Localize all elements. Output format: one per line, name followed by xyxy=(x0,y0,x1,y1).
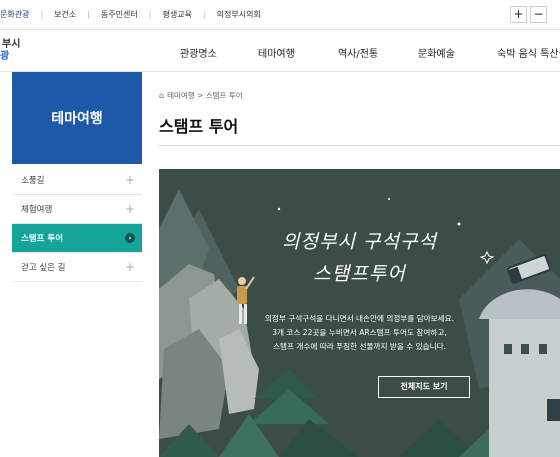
sidebar-item-label: 걷고 싶은 길 xyxy=(21,263,66,273)
zoom-in-button[interactable]: + xyxy=(510,6,527,23)
family-site-links: 문화관광 | 보건소 | 동주민센터 | 평생교육 | 의정부시의회 xyxy=(0,9,261,20)
plus-icon: + xyxy=(124,202,135,216)
sidebar-item-stamp-tour[interactable]: 스탬프 투어 › xyxy=(12,224,142,253)
banner-title-line2: 스탬프투어 xyxy=(313,263,406,285)
breadcrumb: ⌂ 테마여행 > 스탬프 투어 xyxy=(159,90,243,101)
sidebar-title: 테마여행 xyxy=(12,72,142,164)
plus-icon: + xyxy=(124,260,135,274)
gnb-item-theme-travel[interactable]: 테마여행 xyxy=(258,45,295,60)
top-utility-bar: 문화관광 | 보건소 | 동주민센터 | 평생교육 | 의정부시의회 + − xyxy=(0,0,560,30)
gnb-item-history[interactable]: 역사/전통 xyxy=(338,45,378,60)
top-link-health-center[interactable]: 보건소 xyxy=(54,9,76,20)
sidebar-menu: 소풍길 + 체험여행 + 스탬프 투어 › 걷고 싶은 길 + xyxy=(12,166,142,282)
stamp-tour-banner: 의정부시 구석구석 스탬프투어 의정부 구석구석을 다니면서 내손안에 의정부를… xyxy=(159,169,560,457)
page-title: 스탬프 투어 xyxy=(159,117,239,136)
site-header: 부시 광 관광명소 테마여행 역사/전통 문화예술 숙박 음식 특산물 xyxy=(0,31,560,72)
sidebar-item-experience-tour[interactable]: 체험여행 + xyxy=(12,195,142,224)
top-link-community-center[interactable]: 동주민센터 xyxy=(101,9,138,20)
plus-icon: + xyxy=(124,173,135,187)
gnb-item-stay-food[interactable]: 숙박 음식 특산물 xyxy=(497,45,560,60)
title-divider xyxy=(159,145,560,146)
top-link-lifelong-education[interactable]: 평생교육 xyxy=(162,9,191,20)
banner-desc-line: 3개 코스 22곳을 누비면서 AR스탬프 투어도 참여하고, xyxy=(272,328,447,337)
gnb-item-culture-arts[interactable]: 문화예술 xyxy=(418,45,455,60)
top-link-culture-tour[interactable]: 문화관광 xyxy=(0,9,29,20)
banner-desc-line: 스탬프 개수에 따라 푸짐한 선물까지 받을 수 있습니다. xyxy=(272,342,446,351)
sidebar-item-label: 소풍길 xyxy=(21,176,45,186)
breadcrumb-path: 테마여행 > 스탬프 투어 xyxy=(167,91,243,100)
sidebar-item-label: 스탬프 투어 xyxy=(21,234,64,244)
sidebar-item-picnic-road[interactable]: 소풍길 + xyxy=(12,166,142,195)
zoom-out-button[interactable]: − xyxy=(530,6,547,23)
sidebar-item-label: 체험여행 xyxy=(21,205,53,215)
view-full-map-button[interactable]: 전체지도 보기 xyxy=(378,376,470,398)
banner-title-line1: 의정부시 구석구석 xyxy=(282,231,437,253)
chevron-right-icon: › xyxy=(125,233,135,243)
banner-description: 의정부 구석구석을 다니면서 내손안에 의정부를 담아보세요. 3개 코스 22… xyxy=(159,312,560,354)
home-icon[interactable]: ⌂ xyxy=(159,91,164,100)
gnb-item-attractions[interactable]: 관광명소 xyxy=(180,45,217,60)
banner-desc-line: 의정부 구석구석을 다니면서 내손안에 의정부를 담아보세요. xyxy=(264,314,455,323)
top-link-city-council[interactable]: 의정부시의회 xyxy=(217,9,261,20)
main-navigation: 관광명소 테마여행 역사/전통 문화예술 숙박 음식 특산물 xyxy=(0,45,560,60)
sidebar-item-walking-road[interactable]: 걷고 싶은 길 + xyxy=(12,253,142,282)
